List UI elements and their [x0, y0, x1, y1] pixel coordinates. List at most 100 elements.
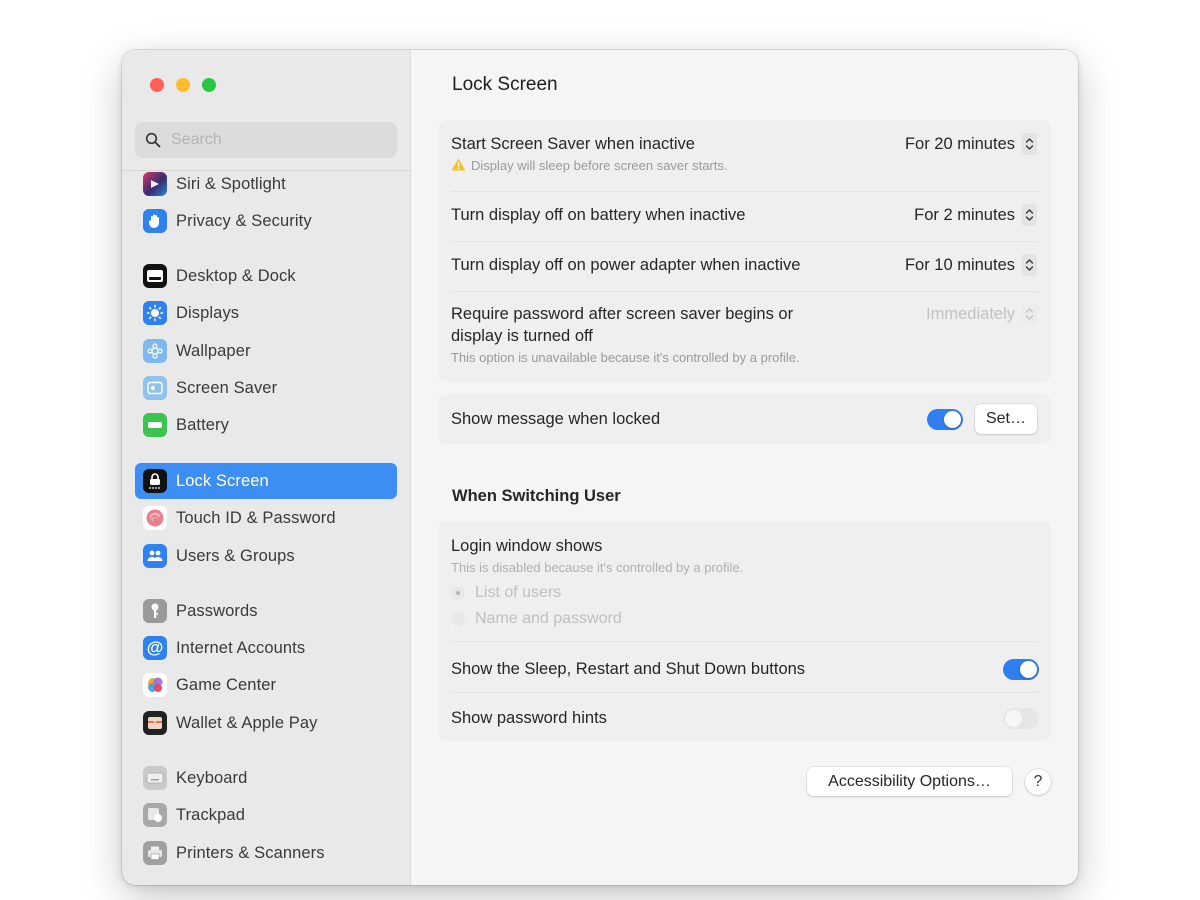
sidebar-item-label: Siri & Spotlight [176, 174, 286, 193]
screen-saver-label: Start Screen Saver when inactive [451, 135, 695, 153]
fingerprint-icon [143, 506, 167, 530]
content-pane: Lock Screen Start Screen Saver when inac… [412, 50, 1078, 885]
sidebar-item-battery[interactable]: Battery [135, 407, 397, 443]
sidebar-item-label: Wallet & Apple Pay [176, 713, 318, 732]
sidebar-item-label: Passwords [176, 601, 258, 620]
printer-icon [143, 841, 167, 865]
radio-label: List of users [475, 584, 562, 601]
maximize-window-button[interactable] [202, 78, 216, 92]
sidebar: Siri & Spotlight Privacy & Security Desk… [122, 50, 411, 885]
accessibility-options-button[interactable]: Accessibility Options… [807, 767, 1012, 796]
require-password-label-line2: display is turned off [451, 327, 593, 345]
sidebar-item-label: Internet Accounts [176, 638, 306, 657]
sidebar-item-screen-saver[interactable]: Screen Saver [135, 370, 397, 406]
sidebar-item-siri-spotlight[interactable]: Siri & Spotlight [135, 166, 397, 202]
help-button[interactable]: ? [1025, 769, 1051, 795]
sidebar-item-label: Battery [176, 415, 229, 434]
sleep-restart-toggle[interactable] [1003, 659, 1039, 680]
siri-icon [143, 172, 167, 196]
chevron-up-down-icon [1021, 133, 1037, 155]
sidebar-item-keyboard[interactable]: Keyboard [135, 760, 397, 796]
sidebar-item-touch-id-password[interactable]: Touch ID & Password [135, 500, 397, 536]
display-battery-value: For 2 minutes [914, 205, 1015, 224]
sidebar-item-privacy-security[interactable]: Privacy & Security [135, 203, 397, 239]
radio-label: Name and password [475, 610, 622, 627]
sidebar-item-label: Keyboard [176, 768, 248, 787]
screen-saver-row: Start Screen Saver when inactive Display… [438, 120, 1051, 191]
radio-button[interactable] [451, 612, 465, 626]
require-password-value: Immediately [926, 304, 1015, 323]
sidebar-item-printers-scanners[interactable]: Printers & Scanners [135, 835, 397, 871]
show-message-toggle[interactable] [927, 409, 963, 430]
sun-icon [143, 301, 167, 325]
trackpad-icon [143, 803, 167, 827]
row-divider [451, 641, 1038, 642]
lock-icon [143, 469, 167, 493]
display-power-label: Turn display off on power adapter when i… [451, 256, 801, 274]
password-hints-label: Show password hints [451, 709, 607, 727]
display-battery-label: Turn display off on battery when inactiv… [451, 206, 746, 224]
users-icon [143, 544, 167, 568]
screen-saver-icon [143, 376, 167, 400]
row-divider [451, 692, 1038, 693]
require-password-row: Require password after screen saver begi… [438, 292, 1051, 382]
password-hints-toggle[interactable] [1003, 708, 1039, 729]
sidebar-item-trackpad[interactable]: Trackpad [135, 797, 397, 833]
require-password-popup[interactable]: Immediately [926, 303, 1037, 325]
login-window-note: This is disabled because it's controlled… [451, 560, 744, 575]
lock-timing-group: Start Screen Saver when inactive Display… [438, 120, 1051, 382]
page-title: Lock Screen [452, 74, 558, 95]
sidebar-item-label: Privacy & Security [176, 211, 312, 230]
switching-user-heading: When Switching User [452, 487, 621, 505]
radio-button[interactable] [451, 586, 465, 600]
require-password-note: This option is unavailable because it's … [451, 350, 800, 365]
warning-icon [451, 158, 466, 171]
toggle-knob [1005, 710, 1022, 727]
sidebar-item-label: Wallpaper [176, 341, 251, 360]
sidebar-item-passwords[interactable]: Passwords [135, 593, 397, 629]
sidebar-item-desktop-dock[interactable]: Desktop & Dock [135, 258, 397, 294]
minimize-window-button[interactable] [176, 78, 190, 92]
search-field[interactable] [135, 122, 397, 158]
show-message-label: Show message when locked [451, 410, 661, 428]
close-window-button[interactable] [150, 78, 164, 92]
sidebar-item-wallet-apple-pay[interactable]: Wallet & Apple Pay [135, 705, 397, 741]
screen-saver-warning: Display will sleep before screen saver s… [451, 158, 728, 173]
search-input[interactable] [171, 131, 371, 149]
chevron-up-down-icon [1021, 254, 1037, 276]
sidebar-item-label: Screen Saver [176, 378, 278, 397]
sidebar-item-wallpaper[interactable]: Wallpaper [135, 333, 397, 369]
screen-saver-value: For 20 minutes [904, 134, 1015, 153]
sidebar-item-internet-accounts[interactable]: @ Internet Accounts [135, 630, 397, 666]
sidebar-item-game-center[interactable]: Game Center [135, 667, 397, 703]
hand-icon [143, 209, 167, 233]
sidebar-item-label: Printers & Scanners [176, 843, 325, 862]
sidebar-item-lock-screen[interactable]: Lock Screen [135, 463, 397, 499]
display-power-row: Turn display off on power adapter when i… [438, 242, 1051, 291]
sidebar-item-label: Desktop & Dock [176, 266, 296, 285]
lock-message-group: Show message when locked Set… [438, 394, 1051, 444]
display-power-popup[interactable]: For 10 minutes [905, 254, 1037, 276]
search-icon [145, 132, 161, 148]
sidebar-item-label: Displays [176, 303, 240, 322]
battery-icon [143, 413, 167, 437]
sidebar-item-displays[interactable]: Displays [135, 295, 397, 331]
switching-user-group: Login window shows This is disabled beca… [438, 521, 1051, 741]
sidebar-item-label: Game Center [176, 675, 277, 694]
radio-list-of-users[interactable]: List of users [451, 584, 561, 602]
keyboard-icon [143, 766, 167, 790]
sidebar-item-label: Touch ID & Password [176, 508, 336, 527]
require-password-label-line1: Require password after screen saver begi… [451, 305, 794, 323]
wallet-icon [143, 711, 167, 735]
display-battery-popup[interactable]: For 2 minutes [914, 204, 1037, 226]
sidebar-item-label: Users & Groups [176, 546, 295, 565]
wallpaper-icon [143, 339, 167, 363]
radio-name-and-password[interactable]: Name and password [451, 610, 622, 628]
sidebar-item-users-groups[interactable]: Users & Groups [135, 538, 397, 574]
screen-saver-popup[interactable]: For 20 minutes [905, 133, 1037, 155]
window-controls [150, 78, 216, 92]
system-settings-window: Siri & Spotlight Privacy & Security Desk… [122, 50, 1078, 885]
set-message-button[interactable]: Set… [975, 404, 1037, 434]
chevron-up-down-icon [1021, 204, 1037, 226]
sidebar-item-label: Lock Screen [176, 471, 269, 490]
